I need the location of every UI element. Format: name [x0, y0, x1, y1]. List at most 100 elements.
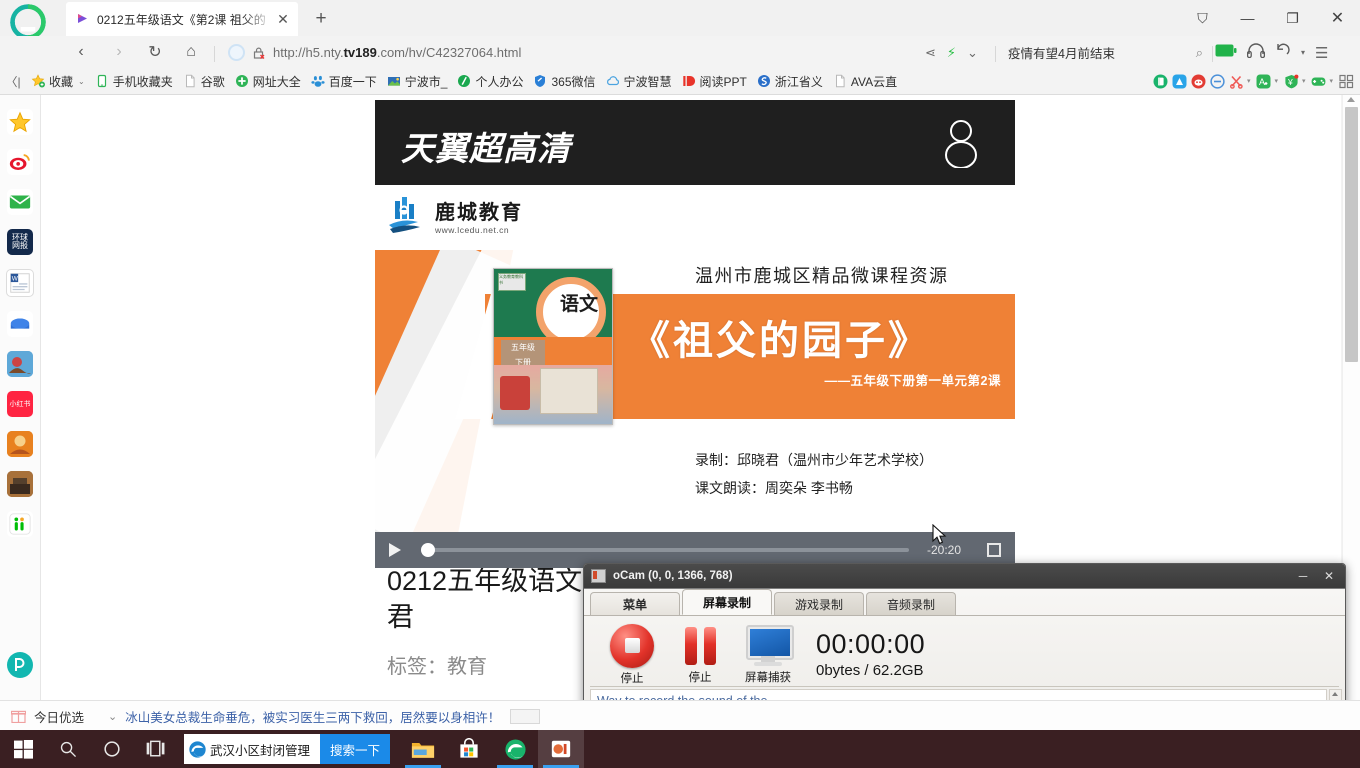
game-red-icon[interactable]: [7, 351, 33, 377]
cortana-circle-icon[interactable]: [90, 730, 134, 768]
yuan-ext-icon[interactable]: ¥: [1284, 74, 1299, 89]
scrollbar-thumb[interactable]: [1345, 107, 1358, 362]
bookmark-google[interactable]: 谷歌: [178, 68, 230, 94]
bookmark-baidu[interactable]: 百度一下: [306, 68, 382, 94]
task-view-icon[interactable]: [134, 730, 178, 768]
svg-text:¥: ¥: [1287, 77, 1293, 87]
logo-url: www.lcedu.net.cn: [435, 225, 510, 235]
scissors-ext-icon[interactable]: [1229, 74, 1244, 89]
bookmark-phone-favorites[interactable]: 手机收藏夹: [90, 68, 178, 94]
bookmarks-scroll-left-icon[interactable]: 〈|: [0, 73, 26, 90]
chevron-down-icon[interactable]: ▾: [1329, 77, 1333, 85]
slide-main-title: 《祖父的园子》: [630, 317, 931, 364]
search-box[interactable]: 疫情有望4月前结束 ⌕: [1008, 40, 1203, 65]
favorites-star-icon[interactable]: [7, 109, 33, 135]
iqiyi-icon[interactable]: [7, 511, 33, 537]
refresh-button[interactable]: ↻: [140, 36, 170, 68]
ocam-tab-screen-record[interactable]: 屏幕录制: [682, 589, 772, 615]
weibo-icon[interactable]: [7, 149, 33, 175]
wps-word-icon[interactable]: W: [6, 269, 34, 297]
address-bar[interactable]: http://h5.nty.tv189.com/hv/C42327064.htm…: [228, 40, 918, 65]
svg-text:A: A: [1259, 77, 1265, 87]
chevron-down-icon[interactable]: ⌄: [108, 710, 117, 723]
collections-icon[interactable]: ⛉: [1180, 0, 1225, 36]
bookmark-hao123[interactable]: 网址大全: [230, 68, 306, 94]
minimize-button[interactable]: —: [1225, 0, 1270, 36]
bookmark-ningbo-smart[interactable]: 宁波智慧: [601, 68, 677, 94]
chevron-down-icon[interactable]: ▾: [1274, 77, 1278, 85]
forward-button[interactable]: ›: [104, 36, 134, 68]
bookmark-label: 谷歌: [200, 74, 225, 89]
progress-knob[interactable]: [421, 543, 435, 557]
ocam-tab-game-record[interactable]: 游戏录制: [774, 592, 864, 615]
undo-caret-icon[interactable]: ▾: [1301, 48, 1305, 57]
huanqiu-news-icon[interactable]: 环球 网报: [7, 229, 33, 255]
bookmark-zhejiang[interactable]: 浙江省义: [752, 68, 828, 94]
ocam-tab-audio-record[interactable]: 音频录制: [866, 592, 956, 615]
blue-triangle-ext-icon[interactable]: [1172, 74, 1187, 89]
ocam-minimize-button[interactable]: ─: [1291, 567, 1315, 585]
battery-icon[interactable]: [1215, 44, 1237, 62]
taskbar-app-microsoft-store[interactable]: [446, 730, 492, 768]
green-book-ext-icon[interactable]: [1153, 74, 1168, 89]
maximize-button[interactable]: ❐: [1270, 0, 1315, 36]
gamepad-ext-icon[interactable]: [1311, 74, 1326, 89]
headphone-icon[interactable]: [1246, 42, 1266, 63]
share-icon[interactable]: ⋖: [925, 45, 936, 61]
bookmark-personal-office[interactable]: 个人办公: [452, 68, 528, 94]
windows-start-icon[interactable]: [0, 730, 46, 768]
lightning-icon[interactable]: ⚡: [947, 45, 956, 61]
mail-icon[interactable]: [7, 189, 33, 215]
dianping-icon[interactable]: [7, 652, 33, 678]
home-button[interactable]: ⌂: [176, 36, 206, 68]
bookmark-ningbo[interactable]: 宁波市_: [382, 68, 453, 94]
xiaohongshu-icon[interactable]: 小红书: [7, 391, 33, 417]
chevron-down-icon[interactable]: ▾: [1302, 77, 1306, 85]
bookmark-read-ppt[interactable]: 阅读PPT: [677, 68, 752, 94]
ocam-screen-capture-button[interactable]: 屏幕捕获: [734, 624, 802, 685]
taskbar-app-edge-browser[interactable]: [492, 730, 538, 768]
play-icon[interactable]: [389, 543, 401, 557]
translate-ext-icon[interactable]: A: [1256, 74, 1271, 89]
progress-slider[interactable]: [421, 543, 909, 557]
svg-text:W: W: [12, 276, 19, 283]
game-dark-icon[interactable]: [7, 471, 33, 497]
taskbar-search-bar[interactable]: 武汉小区封闭管理 搜索一下: [184, 734, 391, 764]
video-frame[interactable]: 鹿城教育 www.lcedu.net.cn 温州市鹿城区精品微课程资源 《祖父的…: [375, 185, 1015, 532]
ocam-close-button[interactable]: ✕: [1317, 567, 1341, 585]
tab-close-icon[interactable]: ✕: [274, 10, 292, 28]
zhihu-blue-icon[interactable]: [7, 311, 33, 337]
taskbar-app-file-explorer[interactable]: [400, 730, 446, 768]
bookmark-365wechat[interactable]: 365微信: [528, 68, 600, 94]
taskbar-search-button[interactable]: 搜索一下: [320, 734, 391, 764]
menu-icon[interactable]: ☰: [1315, 44, 1328, 62]
fullscreen-icon[interactable]: [987, 543, 1001, 557]
search-icon[interactable]: ⌕: [1196, 45, 1203, 61]
chevron-down-icon[interactable]: ⌄: [78, 77, 85, 86]
close-button[interactable]: ✕: [1315, 0, 1360, 36]
undo-icon[interactable]: [1275, 43, 1291, 62]
ocam-stop-record-button[interactable]: 停止: [598, 623, 666, 686]
taskbar-app-powerpoint[interactable]: [538, 730, 585, 768]
chevron-down-icon[interactable]: ▾: [1247, 77, 1251, 85]
news-section-label[interactable]: 今日优选: [34, 707, 84, 726]
chevron-down-icon[interactable]: ⌄: [967, 45, 978, 61]
edge-icon: [184, 740, 210, 759]
news-headline-link[interactable]: 冰山美女总裁生命垂危，被实习医生三两下救回，居然要以身相许！: [125, 707, 500, 726]
apps-grid-ext-icon[interactable]: [1339, 74, 1354, 89]
browser-tab[interactable]: 0212五年级语文《第2课 祖父的 ✕: [66, 2, 298, 36]
bookmark-favorites[interactable]: 收藏 ⌄: [26, 68, 90, 94]
new-tab-button[interactable]: +: [308, 6, 334, 32]
back-button[interactable]: ‹: [66, 36, 96, 68]
bookmark-ava[interactable]: AVA云直: [828, 68, 902, 94]
red-stop-ext-icon[interactable]: [1191, 74, 1206, 89]
taskbar-search-icon[interactable]: [46, 730, 90, 768]
game-orange-icon[interactable]: [7, 431, 33, 457]
ocam-title-bar[interactable]: oCam (0, 0, 1366, 768) ─ ✕: [584, 564, 1345, 588]
user-avatar-icon[interactable]: [935, 116, 987, 168]
blue-block-ext-icon[interactable]: [1210, 73, 1225, 89]
ocam-tab-menu[interactable]: 菜单: [590, 592, 680, 615]
ocam-pause-button[interactable]: 停止: [666, 625, 734, 685]
scroll-up-arrow-icon[interactable]: [1347, 97, 1355, 102]
book-subject-label: 语文: [559, 293, 598, 315]
